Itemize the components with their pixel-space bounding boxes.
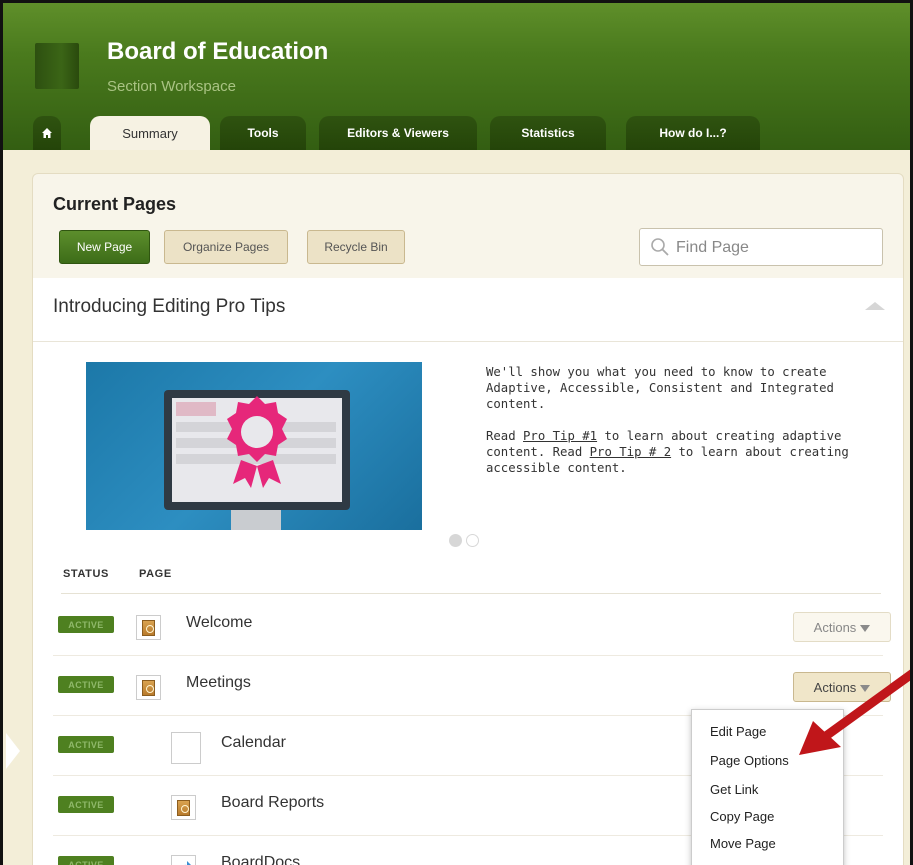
read-text: Read	[486, 429, 524, 443]
page-icon	[171, 795, 196, 820]
page-name[interactable]: Meetings	[186, 674, 251, 692]
status-badge: ACTIVE	[58, 736, 114, 753]
page-icon	[136, 615, 161, 640]
status-badge: ACTIVE	[58, 796, 114, 813]
tab-home[interactable]	[33, 116, 61, 150]
side-panel-toggle[interactable]	[6, 733, 20, 769]
actions-label: Actions	[813, 619, 857, 635]
organize-pages-button[interactable]: Organize Pages	[164, 230, 288, 264]
arrow-link-icon	[184, 861, 191, 865]
tab-summary[interactable]: Summary	[90, 116, 210, 150]
protips-paragraph-2: Read Pro Tip #1 to learn about creating …	[486, 428, 866, 476]
search-icon	[651, 238, 669, 256]
menu-item-get-link[interactable]: Get Link	[710, 782, 758, 797]
site-logo	[35, 43, 79, 89]
table-row: ACTIVE Welcome Actions	[53, 596, 891, 656]
tab-statistics[interactable]: Statistics	[490, 116, 606, 150]
pro-tip-1-link[interactable]: Pro Tip #1	[523, 429, 597, 443]
page-icon	[171, 732, 201, 764]
page-name[interactable]: Welcome	[186, 614, 252, 632]
recycle-bin-button[interactable]: Recycle Bin	[307, 230, 405, 264]
find-page-search	[639, 228, 883, 266]
table-row: ACTIVE Meetings Actions	[53, 656, 891, 716]
column-status: STATUS	[63, 568, 109, 580]
menu-item-move-page[interactable]: Move Page	[710, 836, 776, 851]
site-subtitle: Section Workspace	[107, 78, 236, 95]
carousel-dots	[449, 534, 483, 552]
carousel-dot-2[interactable]	[466, 534, 479, 547]
actions-button[interactable]: Actions	[793, 612, 891, 642]
site-title: Board of Education	[107, 38, 329, 65]
link-page-icon	[171, 855, 196, 865]
menu-item-edit-page[interactable]: Edit Page	[710, 724, 766, 739]
home-icon	[42, 128, 52, 138]
page-icon	[136, 675, 161, 700]
page-name[interactable]: Calendar	[221, 734, 286, 752]
collapse-chevron-icon[interactable]	[865, 302, 885, 310]
page-name[interactable]: BoardDocs	[221, 854, 300, 865]
monitor-award-icon	[164, 390, 350, 530]
carousel-dot-1[interactable]	[449, 534, 462, 547]
tab-tools[interactable]: Tools	[220, 116, 306, 150]
header: Board of Education Section Workspace Sum…	[3, 3, 910, 150]
tab-editors-viewers[interactable]: Editors & Viewers	[319, 116, 477, 150]
pages-table-header: STATUS PAGE	[61, 564, 881, 594]
find-page-input[interactable]	[676, 235, 876, 261]
menu-item-page-options[interactable]: Page Options	[710, 753, 789, 768]
tab-how-do-i[interactable]: How do I...?	[626, 116, 760, 150]
pro-tip-2-link[interactable]: Pro Tip # 2	[590, 445, 671, 459]
status-badge: ACTIVE	[58, 616, 114, 633]
status-badge: ACTIVE	[58, 676, 114, 693]
new-page-button[interactable]: New Page	[59, 230, 150, 264]
caret-down-icon	[860, 624, 871, 632]
protips-banner-image	[86, 362, 422, 530]
menu-item-copy-page[interactable]: Copy Page	[710, 809, 774, 824]
protips-description: We'll show you what you need to know to …	[486, 364, 866, 492]
app-window: Board of Education Section Workspace Sum…	[0, 0, 913, 865]
protips-header[interactable]: Introducing Editing Pro Tips	[33, 278, 903, 342]
protips-title: Introducing Editing Pro Tips	[53, 296, 286, 317]
status-badge: ACTIVE	[58, 856, 114, 865]
panel-title: Current Pages	[53, 194, 177, 214]
page-name[interactable]: Board Reports	[221, 794, 324, 812]
tab-bar: Summary Tools Editors & Viewers Statisti…	[33, 116, 893, 150]
red-arrow-annotation-icon	[799, 669, 910, 755]
column-page: PAGE	[139, 568, 172, 580]
protips-paragraph-1: We'll show you what you need to know to …	[486, 365, 834, 411]
